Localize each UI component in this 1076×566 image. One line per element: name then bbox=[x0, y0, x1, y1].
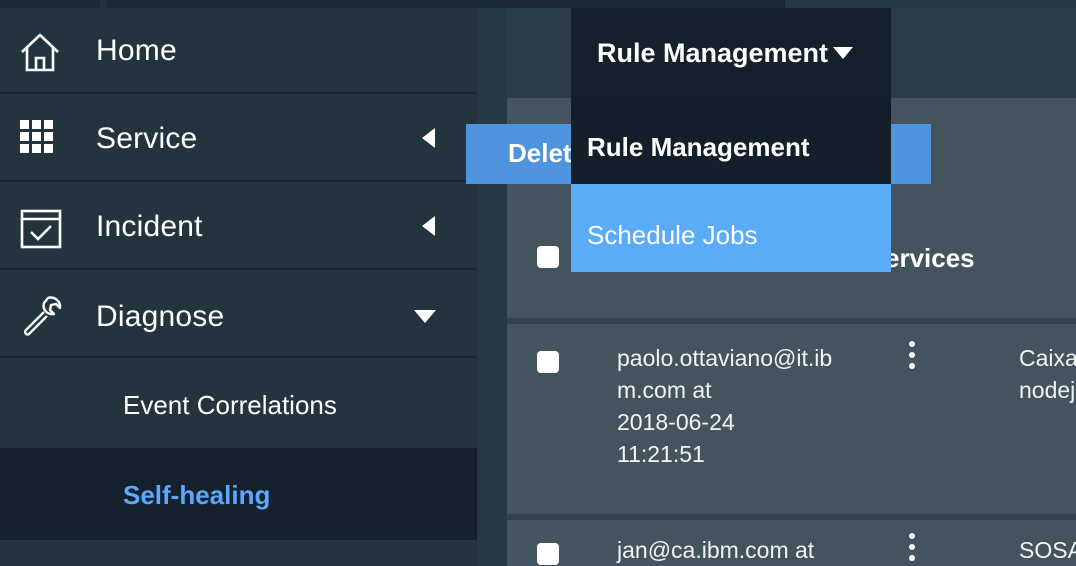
sidebar-item-label: Incident bbox=[96, 210, 203, 243]
row-divider bbox=[507, 318, 1076, 324]
sidebar-subitem-event-correlations[interactable]: Event Correlations bbox=[0, 360, 477, 450]
sidebar-item-home[interactable]: Home bbox=[0, 8, 477, 94]
sidebar-item-label: Home bbox=[96, 34, 177, 67]
grid-icon bbox=[20, 120, 64, 164]
more-options-icon[interactable] bbox=[909, 533, 915, 566]
row-divider bbox=[507, 514, 1076, 520]
sidebar-item-label: Service bbox=[96, 122, 198, 155]
sidebar-top-strip bbox=[0, 0, 477, 8]
menu-item-rule-management[interactable]: Rule Management bbox=[571, 96, 891, 184]
sidebar-footer bbox=[0, 540, 477, 566]
sidebar-subitem-self-healing[interactable]: Self-healing bbox=[0, 448, 477, 540]
menu-item-label: Rule Management bbox=[587, 132, 810, 162]
rule-management-dropdown[interactable]: Rule Management bbox=[571, 8, 891, 96]
sidebar-subitem-label: Self-healing bbox=[123, 480, 271, 510]
service-cell: SOSA bbox=[1019, 537, 1076, 563]
menu-item-label: Schedule Jobs bbox=[587, 220, 758, 250]
menu-item-schedule-jobs[interactable]: Schedule Jobs bbox=[571, 184, 891, 272]
sidebar-item-service[interactable]: Service bbox=[0, 96, 477, 182]
created-cell: paolo.ottaviano@it.ib m.com at 2018-06-2… bbox=[617, 345, 833, 467]
select-all-checkbox[interactable] bbox=[537, 246, 559, 268]
chevron-down-icon[interactable] bbox=[414, 310, 436, 328]
calendar-check-icon bbox=[20, 208, 64, 252]
chevron-left-icon[interactable] bbox=[422, 216, 436, 241]
wrench-icon bbox=[20, 294, 64, 338]
sidebar-item-label: Diagnose bbox=[96, 300, 225, 333]
dropdown-selected-label: Rule Management bbox=[597, 38, 829, 68]
sidebar-item-incident[interactable]: Incident bbox=[0, 184, 477, 270]
sidebar-subitem-label: Event Correlations bbox=[123, 390, 337, 420]
main-top-strip bbox=[477, 0, 1076, 8]
created-cell: jan@ca.ibm.com at bbox=[617, 537, 815, 563]
chevron-left-icon[interactable] bbox=[422, 128, 436, 153]
service-cell: Caixa nodejs bbox=[1019, 345, 1076, 403]
row-checkbox[interactable] bbox=[537, 351, 559, 373]
home-icon bbox=[18, 30, 62, 74]
row-checkbox[interactable] bbox=[537, 543, 559, 565]
sidebar: Home Service Incident Diagnose Event Cor… bbox=[0, 0, 477, 566]
more-options-icon[interactable] bbox=[909, 341, 915, 374]
sidebar-item-diagnose[interactable]: Diagnose bbox=[0, 272, 477, 358]
column-header-services: ervices bbox=[885, 243, 975, 273]
caret-down-icon bbox=[833, 46, 853, 64]
